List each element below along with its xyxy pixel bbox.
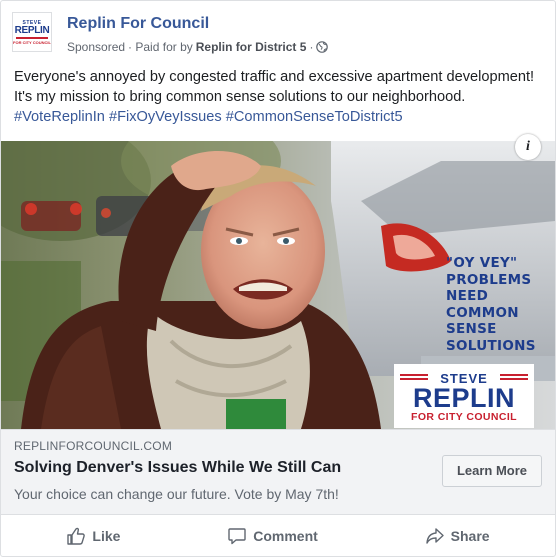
post-meta: Sponsored · Paid for by Replin for Distr…	[67, 40, 329, 54]
logo-stripe	[400, 374, 428, 376]
link-preview[interactable]: REPLINFORCOUNCIL.COM Solving Denver's Is…	[1, 429, 555, 515]
like-button[interactable]: Like	[46, 520, 140, 552]
share-icon	[425, 526, 445, 546]
slogan-line: SOLUTIONS	[446, 337, 536, 354]
post-text: Everyone's annoyed by congested traffic …	[14, 67, 545, 127]
page-name-link[interactable]: Replin For Council	[67, 15, 209, 33]
slogan-line: COMMON	[446, 304, 519, 321]
hashtag-link[interactable]: #CommonSenseToDistrict5	[226, 109, 403, 125]
sponsored-post-card: STEVE REPLIN FOR CITY COUNCIL Replin For…	[0, 0, 556, 557]
campaign-logo: STEVE REPLIN FOR CITY COUNCIL	[394, 364, 534, 428]
hashtag-link[interactable]: #FixOyVeyIssues	[109, 109, 222, 125]
slogan-line: "OY VEY"	[446, 255, 518, 271]
comment-icon	[227, 526, 247, 546]
avatar-last-name: REPLIN	[14, 24, 50, 36]
paid-by-link[interactable]: Replin for District 5	[196, 40, 307, 54]
logo-stripe	[500, 378, 528, 380]
logo-stripe	[400, 378, 428, 380]
ad-info-button[interactable]: i	[515, 134, 541, 160]
link-description: Your choice can change our future. Vote …	[14, 486, 339, 502]
slogan-line: PROBLEMS	[446, 271, 532, 288]
like-label: Like	[92, 528, 121, 544]
post-body-text: Everyone's annoyed by congested traffic …	[14, 69, 535, 105]
ad-slogan: "OY VEY" PROBLEMS NEED COMMON SENSE SOLU…	[446, 255, 546, 354]
thumbs-up-icon	[66, 526, 86, 546]
avatar-stripe	[16, 36, 48, 39]
logo-stripe	[500, 374, 528, 376]
globe-icon	[316, 41, 329, 53]
post-actions: Like Comment Share	[13, 516, 543, 556]
hashtag-link[interactable]: #VoteReplinIn	[14, 109, 105, 125]
sponsored-label[interactable]: Sponsored	[67, 40, 125, 54]
slogan-line: NEED	[446, 288, 489, 304]
comment-button[interactable]: Comment	[207, 520, 338, 552]
slogan-line: SENSE	[446, 321, 497, 337]
link-domain: REPLINFORCOUNCIL.COM	[14, 439, 173, 453]
share-label: Share	[450, 528, 490, 544]
share-button[interactable]: Share	[405, 520, 510, 552]
paid-prefix: · Paid for by	[128, 40, 193, 54]
avatar-office: FOR CITY COUNCIL	[13, 39, 51, 45]
link-title[interactable]: Solving Denver's Issues While We Still C…	[14, 459, 341, 477]
logo-last-name: REPLIN	[412, 383, 515, 413]
post-header: STEVE REPLIN FOR CITY COUNCIL Replin For…	[12, 12, 544, 58]
learn-more-button[interactable]: Learn More	[442, 455, 542, 487]
logo-office: FOR CITY COUNCIL	[411, 411, 517, 423]
page-avatar[interactable]: STEVE REPLIN FOR CITY COUNCIL	[12, 12, 52, 52]
comment-label: Comment	[253, 528, 318, 544]
meta-separator: ·	[309, 40, 314, 54]
